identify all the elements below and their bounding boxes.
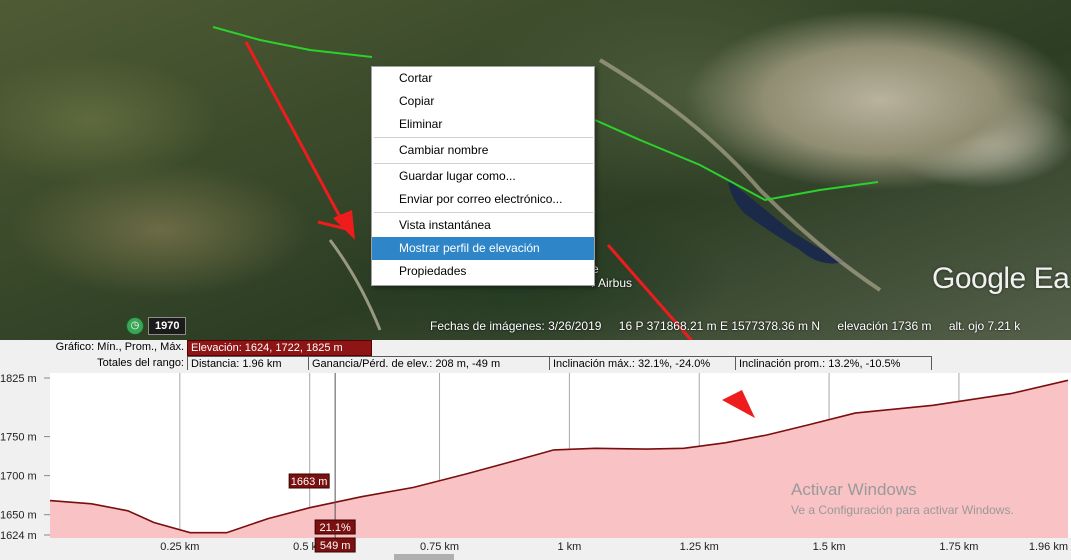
history-year-label[interactable]: 1970 (148, 317, 187, 335)
menu-separator (374, 163, 593, 164)
x-tick-label: 0.25 km (160, 541, 199, 553)
y-tick-label: 1624 m (0, 530, 37, 542)
svg-text:1663 m: 1663 m (291, 476, 328, 488)
cursor-slope-tag: 21.1% (314, 519, 356, 535)
historical-imagery-widget[interactable]: ◷ 1970 (126, 316, 187, 336)
context-menu: Cortar Copiar Eliminar Cambiar nombre Gu… (371, 66, 595, 286)
x-tick-label: 1.5 km (813, 541, 846, 553)
menu-separator (374, 212, 593, 213)
y-tick-label: 1750 m (0, 432, 37, 444)
menu-separator (374, 137, 593, 138)
imagery-attribution: e / Airbus (592, 262, 633, 290)
elevation-chart[interactable]: 1825 m 1750 m 1700 m 1650 m 1624 m 0.25 km 0.… (0, 370, 1071, 560)
valley-road (598, 58, 882, 292)
menu-item-snapshot-view[interactable]: Vista instantánea (372, 214, 594, 237)
clock-icon[interactable]: ◷ (126, 317, 144, 335)
menu-item-rename[interactable]: Cambiar nombre (372, 139, 594, 162)
scrollbar-thumb (394, 554, 454, 560)
graph-stats-row: Gráfico: Mín., Prom., Máx. Elevación: 16… (0, 340, 1071, 356)
y-tick-label: 1650 m (0, 510, 37, 522)
y-tick-label: 1825 m (0, 373, 37, 385)
svg-text:549 m: 549 m (320, 540, 351, 552)
map-status-bar: Fechas de imágenes: 3/26/2019 16 P 37186… (430, 319, 1034, 333)
cursor-coordinates: 16 P 371868.21 m E 1577378.36 m N (618, 319, 821, 333)
ground-elevation: elevación 1736 m (837, 319, 932, 333)
x-tick-label: 1.75 km (939, 541, 978, 553)
eye-altitude: alt. ojo 7.21 k (948, 319, 1021, 333)
range-totals-label: Totales del rango: (97, 357, 184, 369)
track-line-west (212, 26, 373, 58)
y-tick-label: 1700 m (0, 471, 37, 483)
elevation-stats-field[interactable]: Elevación: 1624, 1722, 1825 m (187, 340, 372, 356)
menu-item-delete[interactable]: Eliminar (372, 113, 594, 136)
google-earth-logo: Google Ea (932, 262, 1070, 295)
x-tick-label: 1 km (557, 541, 581, 553)
menu-item-show-elevation-profile[interactable]: Mostrar perfil de elevación (372, 237, 594, 260)
x-tick-label: 0.75 km (420, 541, 459, 553)
menu-item-copy[interactable]: Copiar (372, 90, 594, 113)
cursor-elevation-tag: 1663 m (288, 473, 330, 489)
elevation-chart-svg[interactable]: 1825 m 1750 m 1700 m 1650 m 1624 m 0.25 km 0.… (0, 370, 1071, 560)
svg-text:21.1%: 21.1% (320, 522, 351, 534)
menu-item-email[interactable]: Enviar por correo electrónico... (372, 188, 594, 211)
menu-item-save-place-as[interactable]: Guardar lugar como... (372, 165, 594, 188)
menu-item-cut[interactable]: Cortar (372, 67, 594, 90)
graph-stats-label: Gráfico: Mín., Prom., Máx. (55, 341, 184, 353)
imagery-date: Fechas de imágenes: 3/26/2019 (430, 319, 602, 333)
x-tick-label: 1.96 km (1029, 541, 1068, 553)
menu-item-properties[interactable]: Propiedades (372, 260, 594, 283)
cursor-distance-tag: 549 m (314, 537, 356, 553)
red-arrow-icon (244, 41, 355, 240)
x-tick-label: 1.25 km (680, 541, 719, 553)
